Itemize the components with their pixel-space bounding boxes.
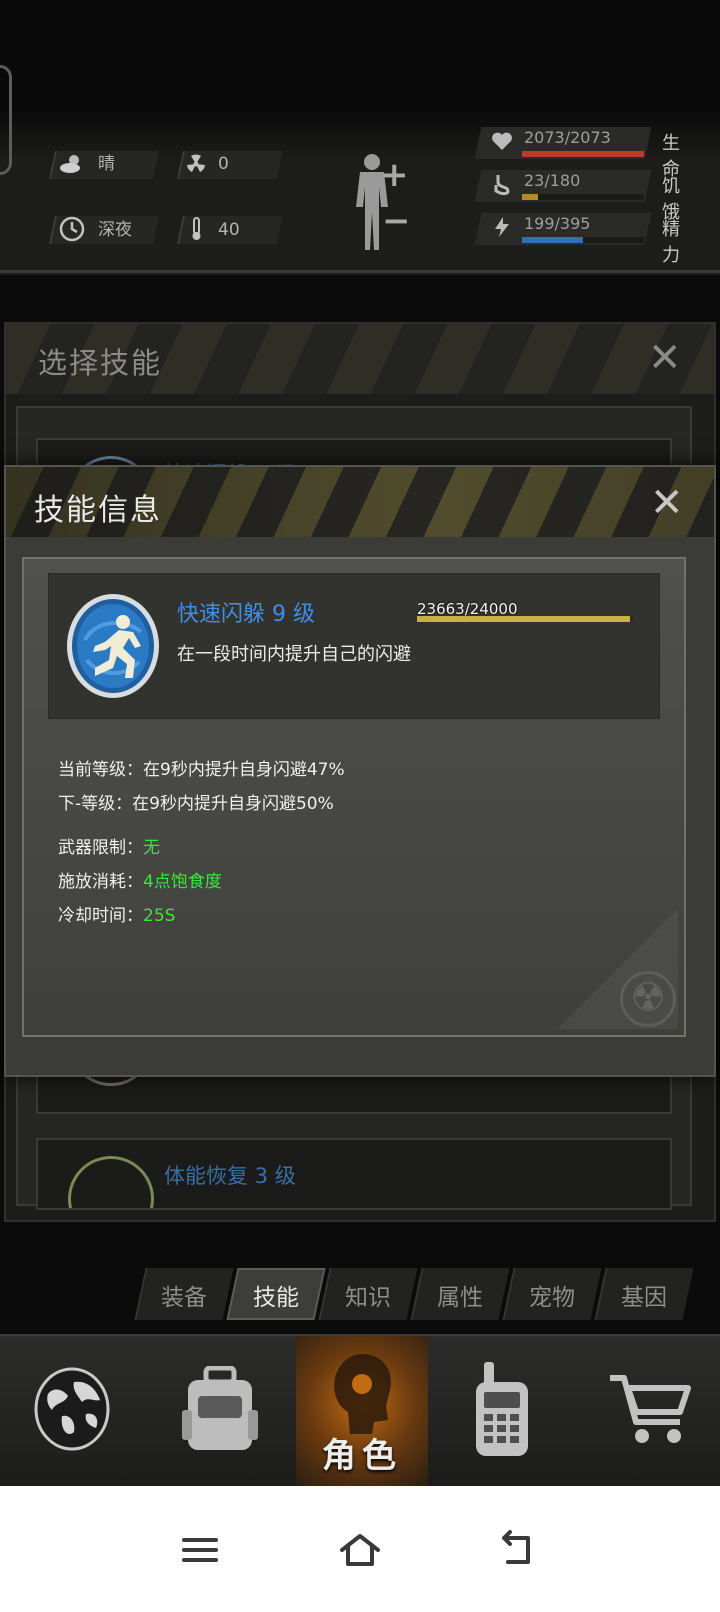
vital-hunger: 23/180 饥饿 xyxy=(474,170,684,223)
next-level-text: 下-等级：在9秒内提升自身闪避50% xyxy=(58,794,334,814)
energy-icon xyxy=(490,215,514,241)
cast-cost-row: 施放消耗：4点饱食度 xyxy=(58,867,222,892)
stamina-skill-icon xyxy=(68,1156,154,1208)
vital-energy-fill xyxy=(522,237,584,243)
tab-genes-label: 基因 xyxy=(621,1285,667,1311)
nav-character[interactable]: 角色 xyxy=(296,1336,428,1486)
back-icon[interactable] xyxy=(486,1520,546,1580)
tab-pets-label: 宠物 xyxy=(529,1285,575,1311)
radiation-icon xyxy=(182,150,210,178)
nav-character-label: 角色 xyxy=(322,1436,402,1476)
weather-value: 晴 xyxy=(98,154,115,174)
bottom-nav: 角色 xyxy=(0,1334,720,1486)
cooldown-label: 冷却时间： xyxy=(58,906,143,926)
vital-health-fill xyxy=(522,151,644,157)
system-nav-bar xyxy=(0,1486,720,1612)
cast-cost-label: 施放消耗： xyxy=(58,872,143,892)
vital-hunger-fill xyxy=(522,194,538,200)
character-icon xyxy=(334,1354,391,1434)
dodge-skill-icon xyxy=(65,590,161,702)
temperature-value: 40 xyxy=(218,220,240,240)
radio-icon xyxy=(476,1362,528,1456)
nav-shop[interactable] xyxy=(578,1336,720,1486)
minus-icon[interactable]: − xyxy=(382,204,411,238)
cooldown-value: 25S xyxy=(143,906,176,926)
vital-health-bar xyxy=(522,151,644,157)
tab-knowledge-label: 知识 xyxy=(345,1285,391,1311)
vital-health: 2073/2073 生命 xyxy=(474,127,684,180)
select-close-icon[interactable]: ✕ xyxy=(648,338,682,378)
backpack-icon xyxy=(182,1366,258,1450)
skill-description: 在一段时间内提升自己的闪避 xyxy=(177,644,411,665)
vital-energy-label: 精力 xyxy=(662,219,680,266)
radiation-watermark-icon: ☢ xyxy=(620,971,676,1027)
cloud-sun-icon xyxy=(58,150,86,178)
vital-hunger-bar xyxy=(522,194,644,200)
list-item-title: 体能恢复 3 级 xyxy=(164,1164,296,1188)
skill-info-body: 快速闪躲 9 级 在一段时间内提升自己的闪避 23663/24000 当前等级：… xyxy=(22,557,686,1037)
tab-skills-label: 技能 xyxy=(253,1285,299,1311)
clock-icon xyxy=(58,215,86,243)
skill-card: 快速闪躲 9 级 在一段时间内提升自己的闪避 23663/24000 xyxy=(48,573,660,719)
vital-hunger-value: 23/180 xyxy=(524,171,581,190)
cooldown-row: 冷却时间：25S xyxy=(58,901,175,926)
radiation-value: 0 xyxy=(218,154,229,174)
heart-icon xyxy=(490,129,514,155)
cast-cost-value: 4点饱食度 xyxy=(143,872,222,892)
plus-icon[interactable]: + xyxy=(380,158,409,192)
skill-name: 快速闪躲 9 级 xyxy=(177,602,315,627)
tab-equipment-label: 装备 xyxy=(161,1285,207,1311)
weapon-limit-row: 武器限制：无 xyxy=(58,833,160,858)
skill-info-title: 技能信息 xyxy=(34,493,162,528)
side-drawer-handle[interactable] xyxy=(0,65,12,175)
tab-attributes-label: 属性 xyxy=(437,1285,483,1311)
cart-icon xyxy=(610,1375,691,1443)
thermometer-icon xyxy=(182,215,210,243)
vital-energy: 199/395 精力 xyxy=(474,213,684,266)
close-icon[interactable]: ✕ xyxy=(650,483,684,523)
menu-icon[interactable] xyxy=(170,1520,230,1580)
stomach-icon xyxy=(490,172,514,198)
list-item[interactable]: 体能恢复 3 级 xyxy=(36,1138,672,1210)
time-value: 深夜 xyxy=(98,220,132,240)
vital-energy-value: 199/395 xyxy=(524,214,591,233)
select-skill-title: 选择技能 xyxy=(38,346,163,380)
skill-info-modal: 技能信息 ✕ 快速闪躲 9 级 在一段时间内提升自己的闪避 23663/2400… xyxy=(4,465,716,1077)
home-icon[interactable] xyxy=(330,1520,390,1580)
nav-radio[interactable] xyxy=(428,1336,578,1486)
nav-world[interactable] xyxy=(0,1336,144,1486)
vital-energy-bar xyxy=(522,237,644,243)
globe-icon xyxy=(34,1367,110,1451)
vital-health-value: 2073/2073 xyxy=(524,128,611,147)
status-divider xyxy=(0,270,720,273)
skill-exp-text: 23663/24000 xyxy=(417,600,518,618)
current-level-text: 当前等级：在9秒内提升自身闪避47% xyxy=(58,760,345,780)
weapon-limit-label: 武器限制： xyxy=(58,838,143,858)
weapon-limit-value: 无 xyxy=(143,838,160,858)
category-tabs: 装备 技能 知识 属性 宠物 基因 xyxy=(132,1268,720,1320)
nav-backpack[interactable] xyxy=(144,1336,296,1486)
